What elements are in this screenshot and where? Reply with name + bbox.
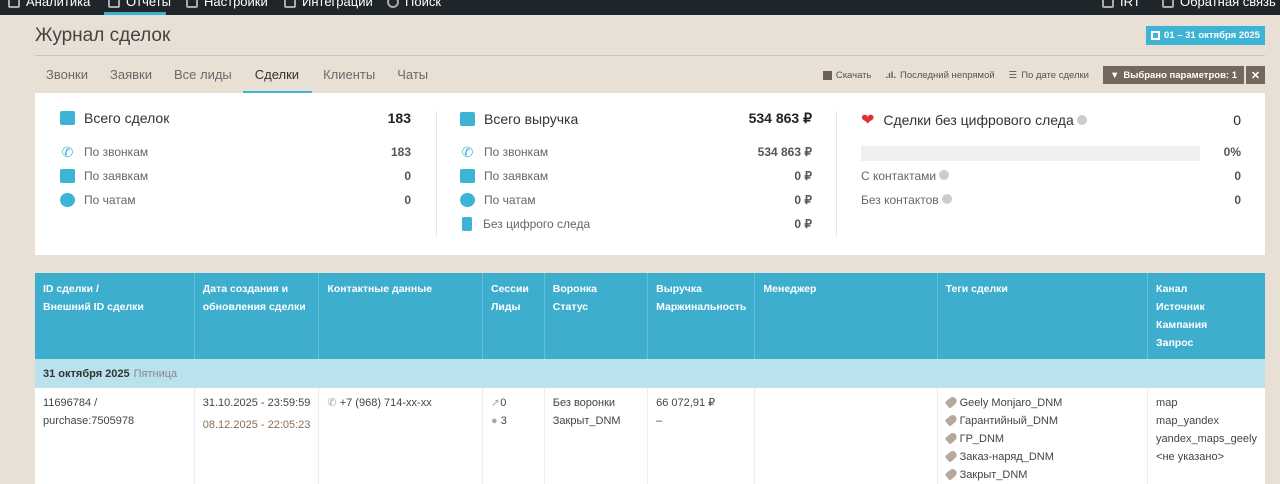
analytics-icon <box>8 0 20 8</box>
broken-heart-icon: ❤ <box>861 112 875 129</box>
download-icon <box>822 70 832 80</box>
inbox-icon <box>460 169 475 183</box>
no-trace-stats: ❤ Сделки без цифрового следа 0 0% С контак… <box>861 112 1241 207</box>
tag: Заказ-наряд_DNM <box>946 448 1139 466</box>
integrations-icon <box>284 0 296 8</box>
cursor-icon: ➚ <box>491 397 501 409</box>
nav-reports[interactable]: Отчеты <box>108 0 171 9</box>
deals-table: ID сделки / Внешний ID сделки Дата создан… <box>35 273 1265 484</box>
tab-clients[interactable]: Клиенты <box>312 65 386 94</box>
tag: ГР_DNM <box>946 430 1139 448</box>
col-id[interactable]: ID сделки / Внешний ID сделки <box>35 273 195 359</box>
nav-integrations[interactable]: Интеграции <box>284 0 373 9</box>
tab-calls[interactable]: Звонки <box>35 65 99 94</box>
tab-deals[interactable]: Сделки <box>242 65 313 95</box>
filter-button[interactable]: ▼ Выбрано параметров: 1 <box>1103 66 1244 84</box>
tab-all-leads[interactable]: Все лиды <box>163 65 243 94</box>
date-range-button[interactable]: 01 – 31 октября 2025 <box>1146 26 1265 45</box>
col-sessions[interactable]: Сессии Лиды <box>482 273 545 359</box>
deals-stats: Всего сделок 183 ✆ По звонкам 183 По заявка… <box>60 110 411 207</box>
col-funnel[interactable]: Воронка Статус <box>544 273 649 359</box>
phone-icon: ✆ <box>461 144 474 160</box>
col-tags[interactable]: Теги сделки <box>937 273 1149 359</box>
sort-icon: ☰ <box>1008 69 1018 81</box>
search-icon <box>387 0 399 8</box>
table-row[interactable]: 11696784 /purchase:7505978 31.10.2025 - … <box>35 388 1265 484</box>
sort-button[interactable]: ☰ По дате сделки <box>1009 70 1089 81</box>
nav-settings[interactable]: Настройки <box>186 0 268 9</box>
clear-filter-button[interactable]: ✕ <box>1246 66 1265 84</box>
tag: Закрыт_DNM <box>946 466 1139 484</box>
filter-icon: ▼ <box>1110 69 1120 81</box>
date-group-row: 31 октября 2025 Пятница <box>35 359 1265 388</box>
col-manager[interactable]: Менеджер <box>754 273 938 359</box>
divider <box>35 55 1265 56</box>
page-title: Журнал сделок <box>35 25 171 46</box>
stats-card: Всего сделок 183 ✆ По звонкам 183 По заявка… <box>35 93 1265 255</box>
contact-phone[interactable]: +7 (968) 714-xx-xx <box>340 397 432 409</box>
settings-icon <box>186 0 198 8</box>
tab-chats[interactable]: Чаты <box>386 65 439 94</box>
help-icon[interactable] <box>1076 115 1087 125</box>
toolbar: Скачать .ıl. Последний непрямой ☰ По дате … <box>822 66 1265 84</box>
phone-icon: ✆ <box>61 144 74 160</box>
col-revenue[interactable]: Выручка Маржинальность <box>647 273 756 359</box>
coins-icon <box>460 111 475 126</box>
nav-irt[interactable]: IRT <box>1102 0 1141 9</box>
tabs: Звонки Заявки Все лиды Сделки Клиенты Ча… <box>35 65 439 95</box>
nav-analytics[interactable]: Аналитика <box>8 0 90 9</box>
reports-icon <box>108 0 120 8</box>
feedback-icon <box>1162 0 1174 8</box>
bar-chart-icon: .ıl. <box>885 69 897 81</box>
col-channel[interactable]: Канал Источник Кампания Запрос <box>1147 273 1265 359</box>
briefcase-icon <box>60 111 75 125</box>
nav-active-indicator <box>104 12 166 15</box>
tab-requests[interactable]: Заявки <box>99 65 163 94</box>
help-icon[interactable] <box>939 170 950 180</box>
nav-feedback[interactable]: Обратная связь <box>1162 0 1276 9</box>
top-nav: Аналитика Отчеты Настройки Интеграции По… <box>0 0 1280 15</box>
chat-icon <box>1102 0 1114 8</box>
tag: Гарантийный_DNM <box>946 412 1139 430</box>
revenue-stats: Всего выручка 534 863 ₽ ✆ По звонкам 534 86… <box>460 110 812 231</box>
help-icon[interactable] <box>941 194 952 204</box>
divider <box>836 111 837 236</box>
chat-bubble-icon <box>60 193 75 207</box>
phone-icon: ✆ <box>327 397 337 409</box>
download-button[interactable]: Скачать <box>822 70 871 81</box>
receipt-icon <box>462 217 472 231</box>
inbox-icon <box>60 169 75 183</box>
chat-bubble-icon <box>460 193 475 207</box>
attribution-button[interactable]: .ıl. Последний непрямой <box>885 70 994 81</box>
nav-search[interactable]: Поиск <box>387 0 441 9</box>
user-icon: ● <box>491 415 498 427</box>
calendar-icon <box>1151 31 1161 40</box>
divider <box>436 111 437 236</box>
col-contacts[interactable]: Контактные данные <box>318 273 483 359</box>
tag: Geely Monjaro_DNM <box>946 394 1139 412</box>
col-dates[interactable]: Дата создания и обновления сделки <box>194 273 320 359</box>
